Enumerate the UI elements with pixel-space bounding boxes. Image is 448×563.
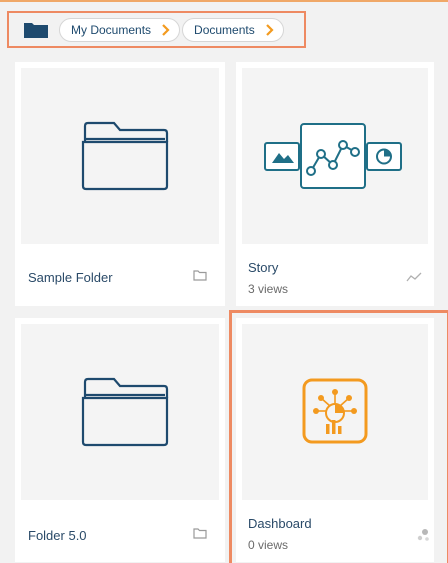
chevron-right-icon xyxy=(265,23,274,36)
card-title: Story xyxy=(248,260,279,275)
breadcrumb-item-documents[interactable]: Documents xyxy=(182,17,284,42)
card-dashboard[interactable]: Dashboard 0 views xyxy=(236,318,434,562)
breadcrumb-label: Documents xyxy=(194,22,255,37)
card-thumbnail xyxy=(242,68,428,244)
top-accent-line xyxy=(0,0,448,2)
card-thumbnail xyxy=(21,324,219,500)
card-thumbnail xyxy=(242,324,428,500)
card-title: Dashboard xyxy=(248,516,312,531)
large-folder-icon xyxy=(81,121,169,191)
card-title: Folder 5.0 xyxy=(28,528,87,543)
chevron-right-icon xyxy=(162,23,170,36)
card-title: Sample Folder xyxy=(28,270,113,285)
card-views: 3 views xyxy=(248,282,289,296)
dashboard-dots-icon xyxy=(417,529,429,541)
card-folder-5-0[interactable]: Folder 5.0 xyxy=(15,318,225,562)
dashboard-icon xyxy=(302,378,368,444)
card-views: 0 views xyxy=(248,538,289,552)
trend-line-icon xyxy=(406,272,422,282)
card-story[interactable]: Story 3 views xyxy=(236,62,434,306)
breadcrumb-label: My Documents xyxy=(71,22,152,37)
root-folder-icon[interactable] xyxy=(23,21,49,39)
folder-icon xyxy=(193,270,207,281)
breadcrumb-item-my-documents[interactable]: My Documents xyxy=(59,17,181,42)
breadcrumb: My Documents Documents xyxy=(7,11,306,48)
card-sample-folder[interactable]: Sample Folder xyxy=(15,62,225,306)
story-icon xyxy=(264,123,402,189)
card-thumbnail xyxy=(21,68,219,244)
folder-icon xyxy=(193,528,207,539)
large-folder-icon xyxy=(81,377,169,447)
